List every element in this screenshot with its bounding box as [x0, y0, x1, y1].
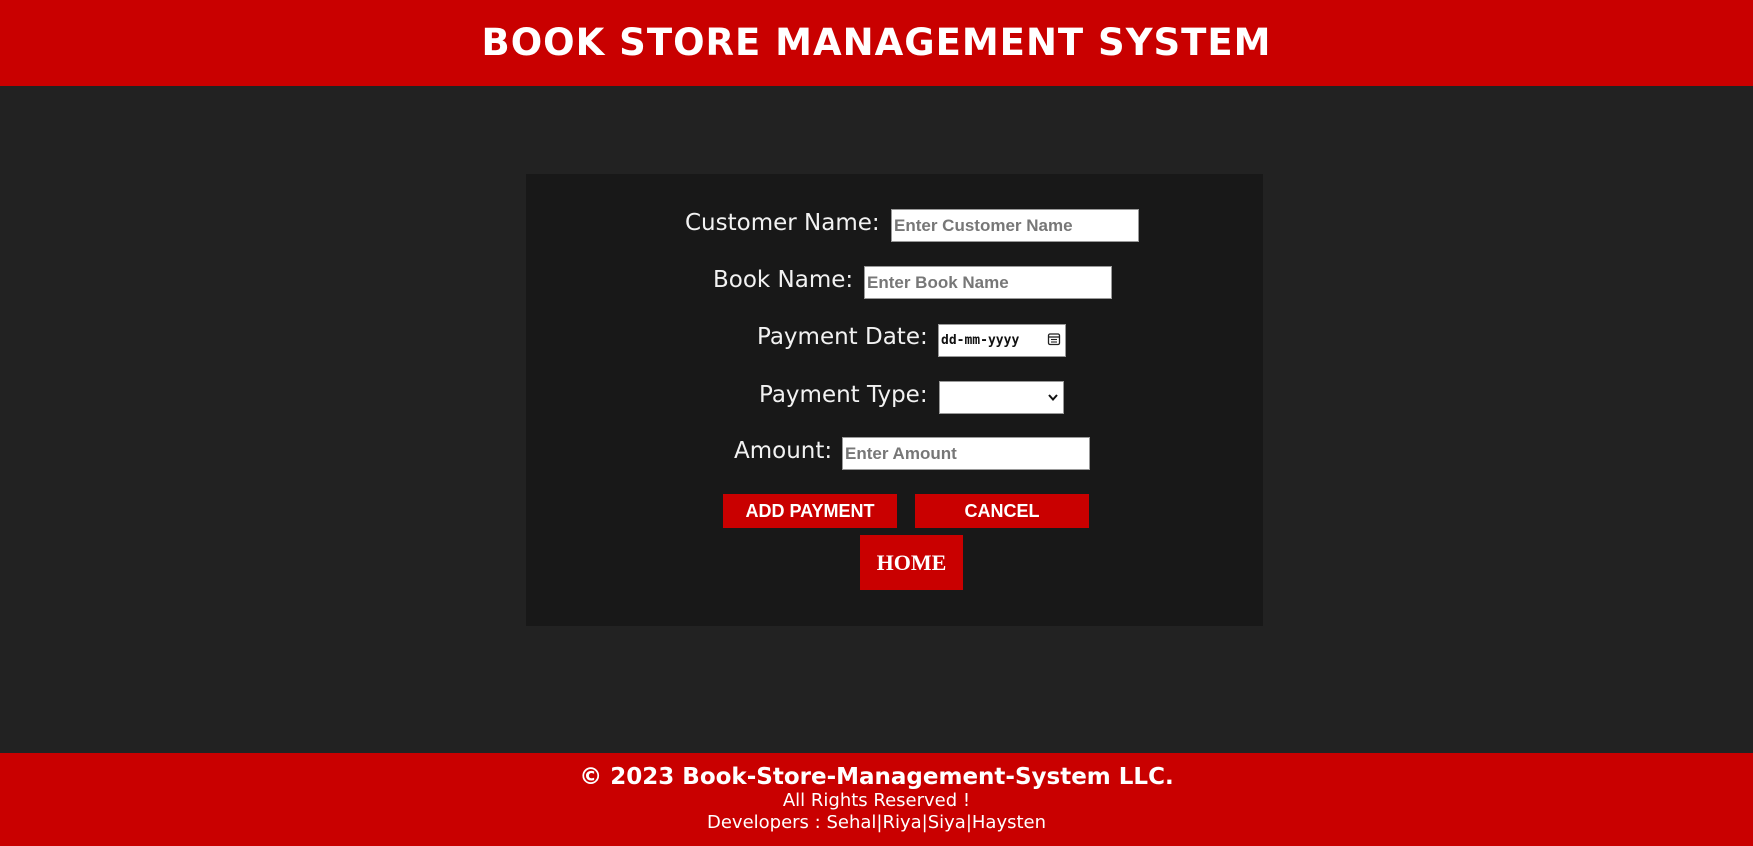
customer-name-input[interactable] — [891, 209, 1139, 242]
customer-name-label: Customer Name: — [685, 210, 880, 236]
payment-date-label: Payment Date: — [757, 324, 928, 350]
cancel-button[interactable]: CANCEL — [915, 494, 1089, 528]
add-payment-button[interactable]: ADD PAYMENT — [723, 494, 897, 528]
chevron-down-icon — [1047, 388, 1059, 407]
payment-date-value: dd-mm-yyyy — [941, 333, 1020, 348]
payment-form: Customer Name: Book Name: Payment Date: … — [526, 174, 1263, 626]
amount-label: Amount: — [734, 438, 833, 464]
footer-rights: All Rights Reserved ! — [782, 790, 971, 811]
payment-type-label: Payment Type: — [759, 382, 928, 408]
footer-copyright: © 2023 Book-Store-Management-System LLC. — [579, 764, 1174, 790]
calendar-icon[interactable] — [1047, 331, 1061, 350]
footer-developers: Developers : Sehal|Riya|Siya|Haysten — [706, 812, 1047, 833]
amount-input[interactable] — [842, 437, 1090, 470]
page-footer: © 2023 Book-Store-Management-System LLC.… — [0, 753, 1753, 846]
page-title: BOOK STORE MANAGEMENT SYSTEM — [481, 20, 1272, 64]
payment-type-select[interactable] — [939, 381, 1064, 414]
page-header: BOOK STORE MANAGEMENT SYSTEM — [0, 0, 1753, 86]
payment-date-input[interactable]: dd-mm-yyyy — [938, 324, 1066, 357]
book-name-label: Book Name: — [713, 267, 854, 293]
home-button[interactable]: HOME — [860, 535, 963, 590]
book-name-input[interactable] — [864, 266, 1112, 299]
